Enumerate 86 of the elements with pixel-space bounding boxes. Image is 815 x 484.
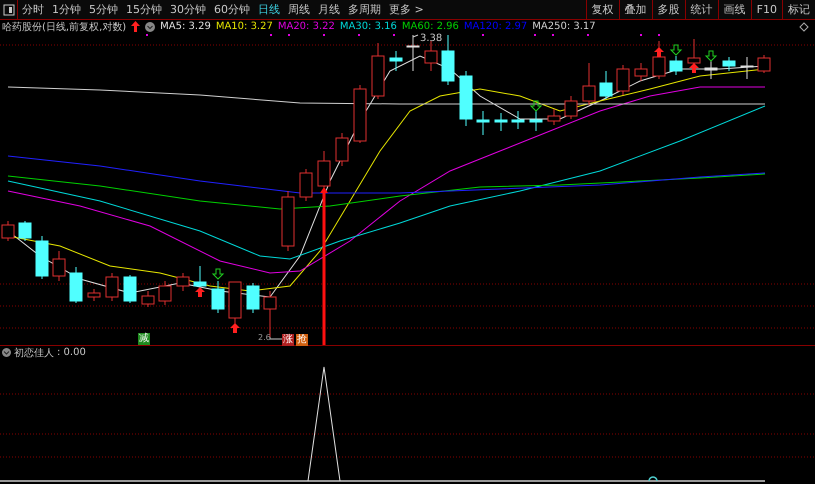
ma-legend-item: MA60: 2.96 xyxy=(402,21,459,32)
candlestick xyxy=(52,250,66,282)
toolbar-button[interactable]: 叠加 xyxy=(618,0,652,19)
candlestick xyxy=(36,236,48,280)
down-arrow-icon xyxy=(212,268,224,280)
candlestick xyxy=(582,62,596,106)
candlestick xyxy=(70,266,82,304)
period-tab[interactable]: 多周期 xyxy=(344,0,385,19)
candlestick xyxy=(88,288,100,302)
candlestick xyxy=(336,132,348,166)
toolbar-button[interactable]: 统计 xyxy=(684,0,718,19)
toolbar-button[interactable]: F10 xyxy=(750,0,782,19)
up-arrow-icon xyxy=(131,21,140,32)
ma-legend-item: MA120: 2.97 xyxy=(464,21,528,32)
period-tab[interactable]: 更多 > xyxy=(385,0,428,19)
candlestick xyxy=(318,150,330,190)
candlestick xyxy=(300,168,312,202)
signal-tag: 涨 xyxy=(282,334,294,346)
toolbar-button[interactable]: 标记 xyxy=(782,0,815,19)
ma-legend-item: MA20: 3.22 xyxy=(278,21,335,32)
candlestick xyxy=(758,54,770,74)
candlestick xyxy=(282,190,294,252)
toolbar-button[interactable]: 多股 xyxy=(652,0,685,19)
ma-legend-item: MA30: 3.16 xyxy=(340,21,397,32)
candlestick xyxy=(548,108,560,126)
cursor-marker-icon xyxy=(648,476,658,482)
candlestick xyxy=(354,84,366,144)
period-tab[interactable]: 15分钟 xyxy=(122,0,166,19)
toolbar-button[interactable]: 画线 xyxy=(718,0,751,19)
candlestick xyxy=(652,40,666,80)
candlestick xyxy=(246,282,260,314)
candlestick xyxy=(106,272,118,302)
candlestick xyxy=(722,56,736,72)
period-tab[interactable]: 30分钟 xyxy=(166,0,210,19)
period-tab[interactable]: 60分钟 xyxy=(210,0,254,19)
candlestick xyxy=(18,220,32,242)
ma-legend-item: MA10: 3.27 xyxy=(216,21,273,32)
low-price-label: 2.6 xyxy=(258,333,271,342)
candlestick xyxy=(494,112,508,132)
candlestick xyxy=(390,50,402,72)
candlestick xyxy=(442,34,454,86)
up-arrow-icon xyxy=(654,47,664,57)
leader-line xyxy=(412,34,418,46)
signal-tag: 抢 xyxy=(296,334,308,346)
candlestick xyxy=(512,110,524,130)
candlestick xyxy=(372,42,384,100)
down-arrow-icon xyxy=(670,44,682,56)
down-arrow-icon xyxy=(704,50,718,62)
candlestick xyxy=(124,274,136,304)
high-price-label: 3.38 xyxy=(420,33,442,44)
toolbar-button[interactable]: 复权 xyxy=(586,0,619,19)
candlestick xyxy=(670,56,682,76)
candlestick xyxy=(460,70,472,126)
candlestick xyxy=(740,56,754,80)
indicator-name: 初恋佳人 xyxy=(14,346,54,360)
diamond-icon[interactable] xyxy=(799,22,809,32)
ma-legend-item: MA250: 3.17 xyxy=(532,21,596,32)
chart-title: 哈药股份(日线,前复权,对数) xyxy=(2,20,126,34)
candlestick xyxy=(616,64,630,96)
period-tab[interactable]: 日线 xyxy=(254,0,284,19)
candlestick xyxy=(176,272,190,292)
signal-tag: 减 xyxy=(138,333,150,345)
candlestick xyxy=(564,96,578,120)
candlestick xyxy=(600,70,612,100)
period-tab[interactable]: 1分钟 xyxy=(48,0,85,19)
up-arrow-icon xyxy=(689,63,699,73)
candlestick xyxy=(212,280,224,314)
candlestick xyxy=(142,290,154,308)
candlestick xyxy=(476,110,490,136)
period-tab[interactable]: 月线 xyxy=(314,0,344,19)
candlestick xyxy=(406,34,420,72)
period-tab[interactable]: 周线 xyxy=(284,0,314,19)
period-tab[interactable]: 分时 xyxy=(18,0,48,19)
candlestick xyxy=(634,62,648,82)
down-arrow-icon xyxy=(530,100,542,112)
candlestick xyxy=(228,282,242,326)
leader-line xyxy=(270,336,282,340)
candlestick xyxy=(158,280,172,306)
candlestick xyxy=(704,60,718,80)
up-arrow-icon xyxy=(195,287,205,297)
period-tab[interactable]: 5分钟 xyxy=(85,0,122,19)
candlestick xyxy=(424,40,438,72)
indicator-value: : 0.00 xyxy=(57,347,86,358)
up-arrow-icon xyxy=(230,323,240,333)
candlestick xyxy=(530,110,542,132)
ma-legend-item: MA5: 3.29 xyxy=(160,21,211,32)
